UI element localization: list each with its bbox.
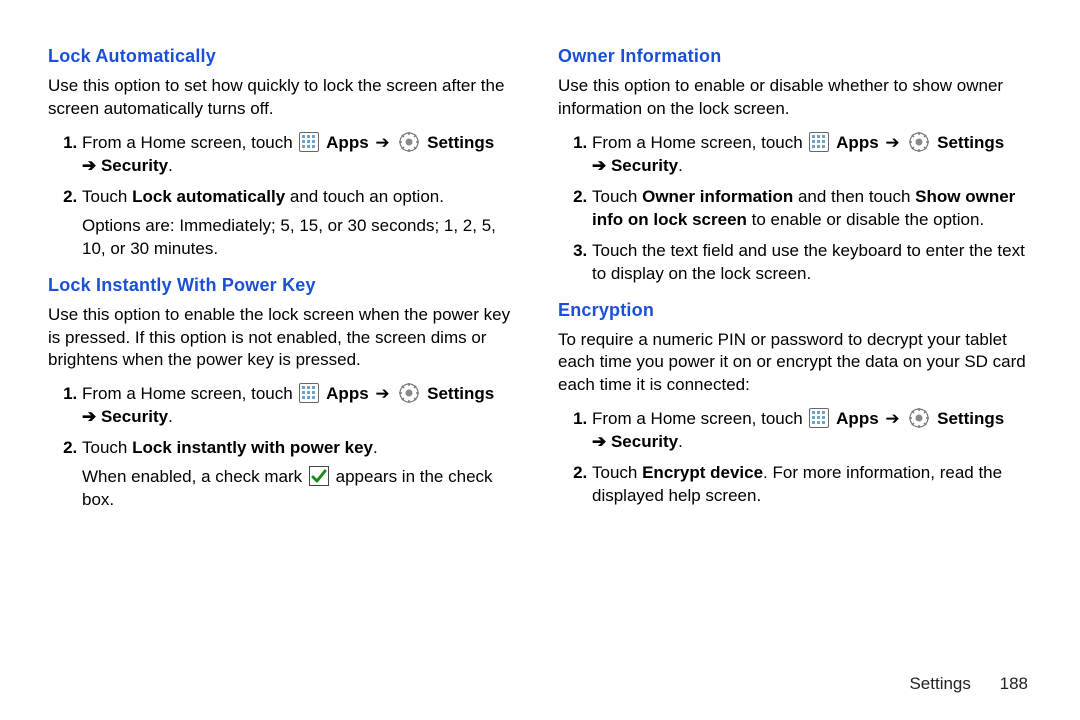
steps-lock-automatically: From a Home screen, touch Apps ➔ — [48, 131, 522, 261]
intro-lock-automatically: Use this option to set how quickly to lo… — [48, 75, 522, 121]
step: From a Home screen, touch Apps ➔ — [592, 131, 1032, 178]
security-label: ➔ Security — [82, 407, 168, 426]
apps-label: Apps — [836, 133, 879, 152]
text: Touch — [592, 463, 642, 482]
step: Touch Lock instantly with power key. Whe… — [82, 437, 522, 512]
apps-icon — [809, 408, 829, 428]
right-column: Owner Information Use this option to ena… — [558, 40, 1032, 640]
footer-section: Settings — [909, 674, 970, 693]
text: From a Home screen, touch — [592, 133, 807, 152]
text: Touch — [592, 187, 642, 206]
heading-lock-instantly: Lock Instantly With Power Key — [48, 275, 522, 296]
settings-icon — [908, 407, 930, 429]
text: and then touch — [793, 187, 915, 206]
arrow-icon: ➔ — [375, 383, 389, 406]
intro-owner-info: Use this option to enable or disable whe… — [558, 75, 1032, 121]
footer-page-number: 188 — [1000, 674, 1028, 693]
left-column: Lock Automatically Use this option to se… — [48, 40, 522, 640]
settings-label: Settings — [937, 409, 1004, 428]
settings-icon — [398, 131, 420, 153]
security-label: ➔ Security — [592, 432, 678, 451]
steps-owner-info: From a Home screen, touch Apps ➔ — [558, 131, 1032, 286]
text: and touch an option. — [285, 187, 444, 206]
text: When enabled, a check mark — [82, 467, 307, 486]
period: . — [168, 407, 173, 426]
step: From a Home screen, touch Apps ➔ — [82, 131, 522, 178]
heading-lock-automatically: Lock Automatically — [48, 46, 522, 67]
heading-owner-info: Owner Information — [558, 46, 1032, 67]
bold: Owner information — [642, 187, 793, 206]
apps-icon — [299, 383, 319, 403]
settings-label: Settings — [937, 133, 1004, 152]
sub-text: When enabled, a check mark appears in th… — [82, 466, 522, 512]
step: From a Home screen, touch Apps ➔ — [592, 407, 1032, 454]
period: . — [678, 432, 683, 451]
arrow-icon: ➔ — [885, 132, 899, 155]
step: Touch the text field and use the keyboar… — [592, 240, 1032, 286]
bold: Lock automatically — [132, 187, 285, 206]
bold: Lock instantly with power key — [132, 438, 373, 457]
step: Touch Lock automatically and touch an op… — [82, 186, 522, 261]
security-label: ➔ Security — [82, 156, 168, 175]
apps-icon — [809, 132, 829, 152]
heading-encryption: Encryption — [558, 300, 1032, 321]
intro-lock-instantly: Use this option to enable the lock scree… — [48, 304, 522, 373]
text: Touch — [82, 438, 132, 457]
period: . — [168, 156, 173, 175]
text: Touch — [82, 187, 132, 206]
text: From a Home screen, touch — [82, 384, 297, 403]
text: From a Home screen, touch — [592, 409, 807, 428]
apps-label: Apps — [836, 409, 879, 428]
text: From a Home screen, touch — [82, 133, 297, 152]
arrow-icon: ➔ — [885, 408, 899, 431]
period: . — [373, 438, 378, 457]
settings-label: Settings — [427, 384, 494, 403]
steps-lock-instantly: From a Home screen, touch Apps ➔ — [48, 382, 522, 512]
apps-label: Apps — [326, 384, 369, 403]
sub-text: Options are: Immediately; 5, 15, or 30 s… — [82, 215, 522, 261]
step: Touch Encrypt device. For more informati… — [592, 462, 1032, 508]
intro-encryption: To require a numeric PIN or password to … — [558, 329, 1032, 398]
apps-label: Apps — [326, 133, 369, 152]
apps-icon — [299, 132, 319, 152]
page-footer: Settings 188 — [909, 674, 1028, 694]
step: From a Home screen, touch Apps ➔ — [82, 382, 522, 429]
settings-icon — [908, 131, 930, 153]
period: . — [678, 156, 683, 175]
settings-label: Settings — [427, 133, 494, 152]
text: to enable or disable the option. — [747, 210, 984, 229]
step: Touch Owner information and then touch S… — [592, 186, 1032, 232]
settings-icon — [398, 382, 420, 404]
arrow-icon: ➔ — [375, 132, 389, 155]
bold: Encrypt device — [642, 463, 763, 482]
steps-encryption: From a Home screen, touch Apps ➔ — [558, 407, 1032, 508]
checkmark-icon — [309, 466, 329, 486]
security-label: ➔ Security — [592, 156, 678, 175]
